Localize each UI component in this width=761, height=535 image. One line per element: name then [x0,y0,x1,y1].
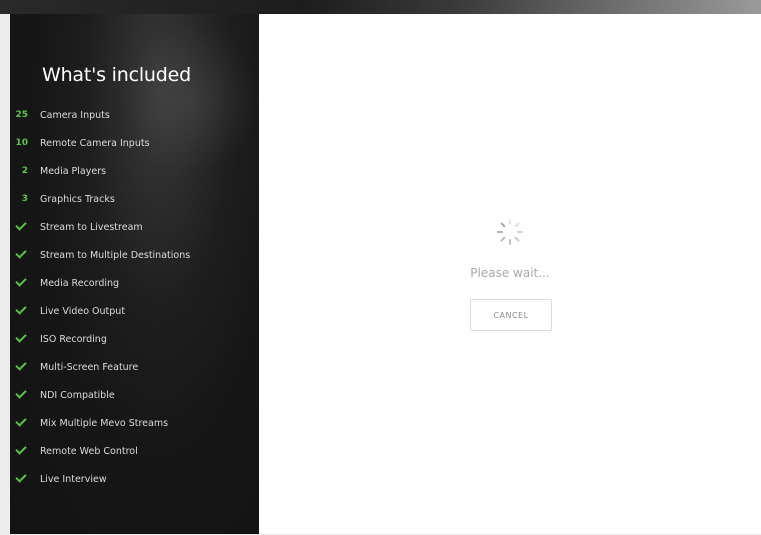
feature-item: Live Video Output [10,297,259,325]
feature-label: Live Interview [40,473,107,485]
check-icon [15,414,27,427]
check-icon [15,330,27,343]
feature-check-cell [10,218,40,233]
feature-label: Stream to Multiple Destinations [40,249,191,261]
feature-label: Graphics Tracks [40,193,115,205]
feature-item: 25 Camera Inputs [10,101,259,129]
check-icon [15,358,27,371]
feature-check-cell [10,302,40,317]
check-icon [15,442,27,455]
feature-label: Stream to Livestream [40,221,143,233]
feature-check-cell [10,470,40,485]
feature-check-cell [10,330,40,345]
feature-check-cell [10,358,40,373]
feature-list: 25 Camera Inputs 10 Remote Camera Inputs 2 Me… [10,101,259,493]
feature-item: Remote Web Control [10,437,259,465]
status-text: Please wait... [470,266,550,280]
feature-check-cell [10,414,40,429]
feature-item: ISO Recording [10,325,259,353]
feature-label: Camera Inputs [40,109,110,121]
loading-spinner-icon [497,219,523,245]
features-sidebar: What's included 25 Camera Inputs 10 Remote … [10,14,259,534]
feature-check-cell [10,442,40,457]
feature-count: 3 [21,194,28,204]
background-strip [0,0,761,14]
feature-label: Media Players [40,165,107,177]
feature-label: Remote Camera Inputs [40,137,150,149]
feature-label: Multi-Screen Feature [40,361,139,373]
sidebar-title: What's included [42,64,191,86]
feature-check-cell [10,274,40,289]
app-window: What's included 25 Camera Inputs 10 Remote … [0,0,761,535]
feature-item: Media Recording [10,269,259,297]
feature-count: 2 [21,166,28,176]
feature-label: Media Recording [40,277,120,289]
feature-check-cell [10,386,40,401]
feature-label: Live Video Output [40,305,126,317]
check-icon [15,218,27,231]
feature-item: Stream to Multiple Destinations [10,241,259,269]
feature-label: NDI Compatible [40,389,115,401]
feature-item: NDI Compatible [10,381,259,409]
feature-label: Remote Web Control [40,445,138,457]
feature-check-cell [10,246,40,261]
feature-item: 10 Remote Camera Inputs [10,129,259,157]
check-icon [15,470,27,483]
check-icon [15,274,27,287]
feature-item: Mix Multiple Mevo Streams [10,409,259,437]
check-icon [15,386,27,399]
feature-item: Stream to Livestream [10,213,259,241]
feature-count: 25 [15,110,28,120]
feature-item: 2 Media Players [10,157,259,185]
feature-label: ISO Recording [40,333,107,345]
feature-label: Mix Multiple Mevo Streams [40,417,169,429]
feature-item: Multi-Screen Feature [10,353,259,381]
check-icon [15,246,27,259]
cancel-button[interactable]: CANCEL [470,299,552,331]
main-panel: Please wait... CANCEL [259,14,761,534]
feature-item: Live Interview [10,465,259,493]
feature-count: 10 [15,138,28,148]
check-icon [15,302,27,315]
feature-item: 3 Graphics Tracks [10,185,259,213]
